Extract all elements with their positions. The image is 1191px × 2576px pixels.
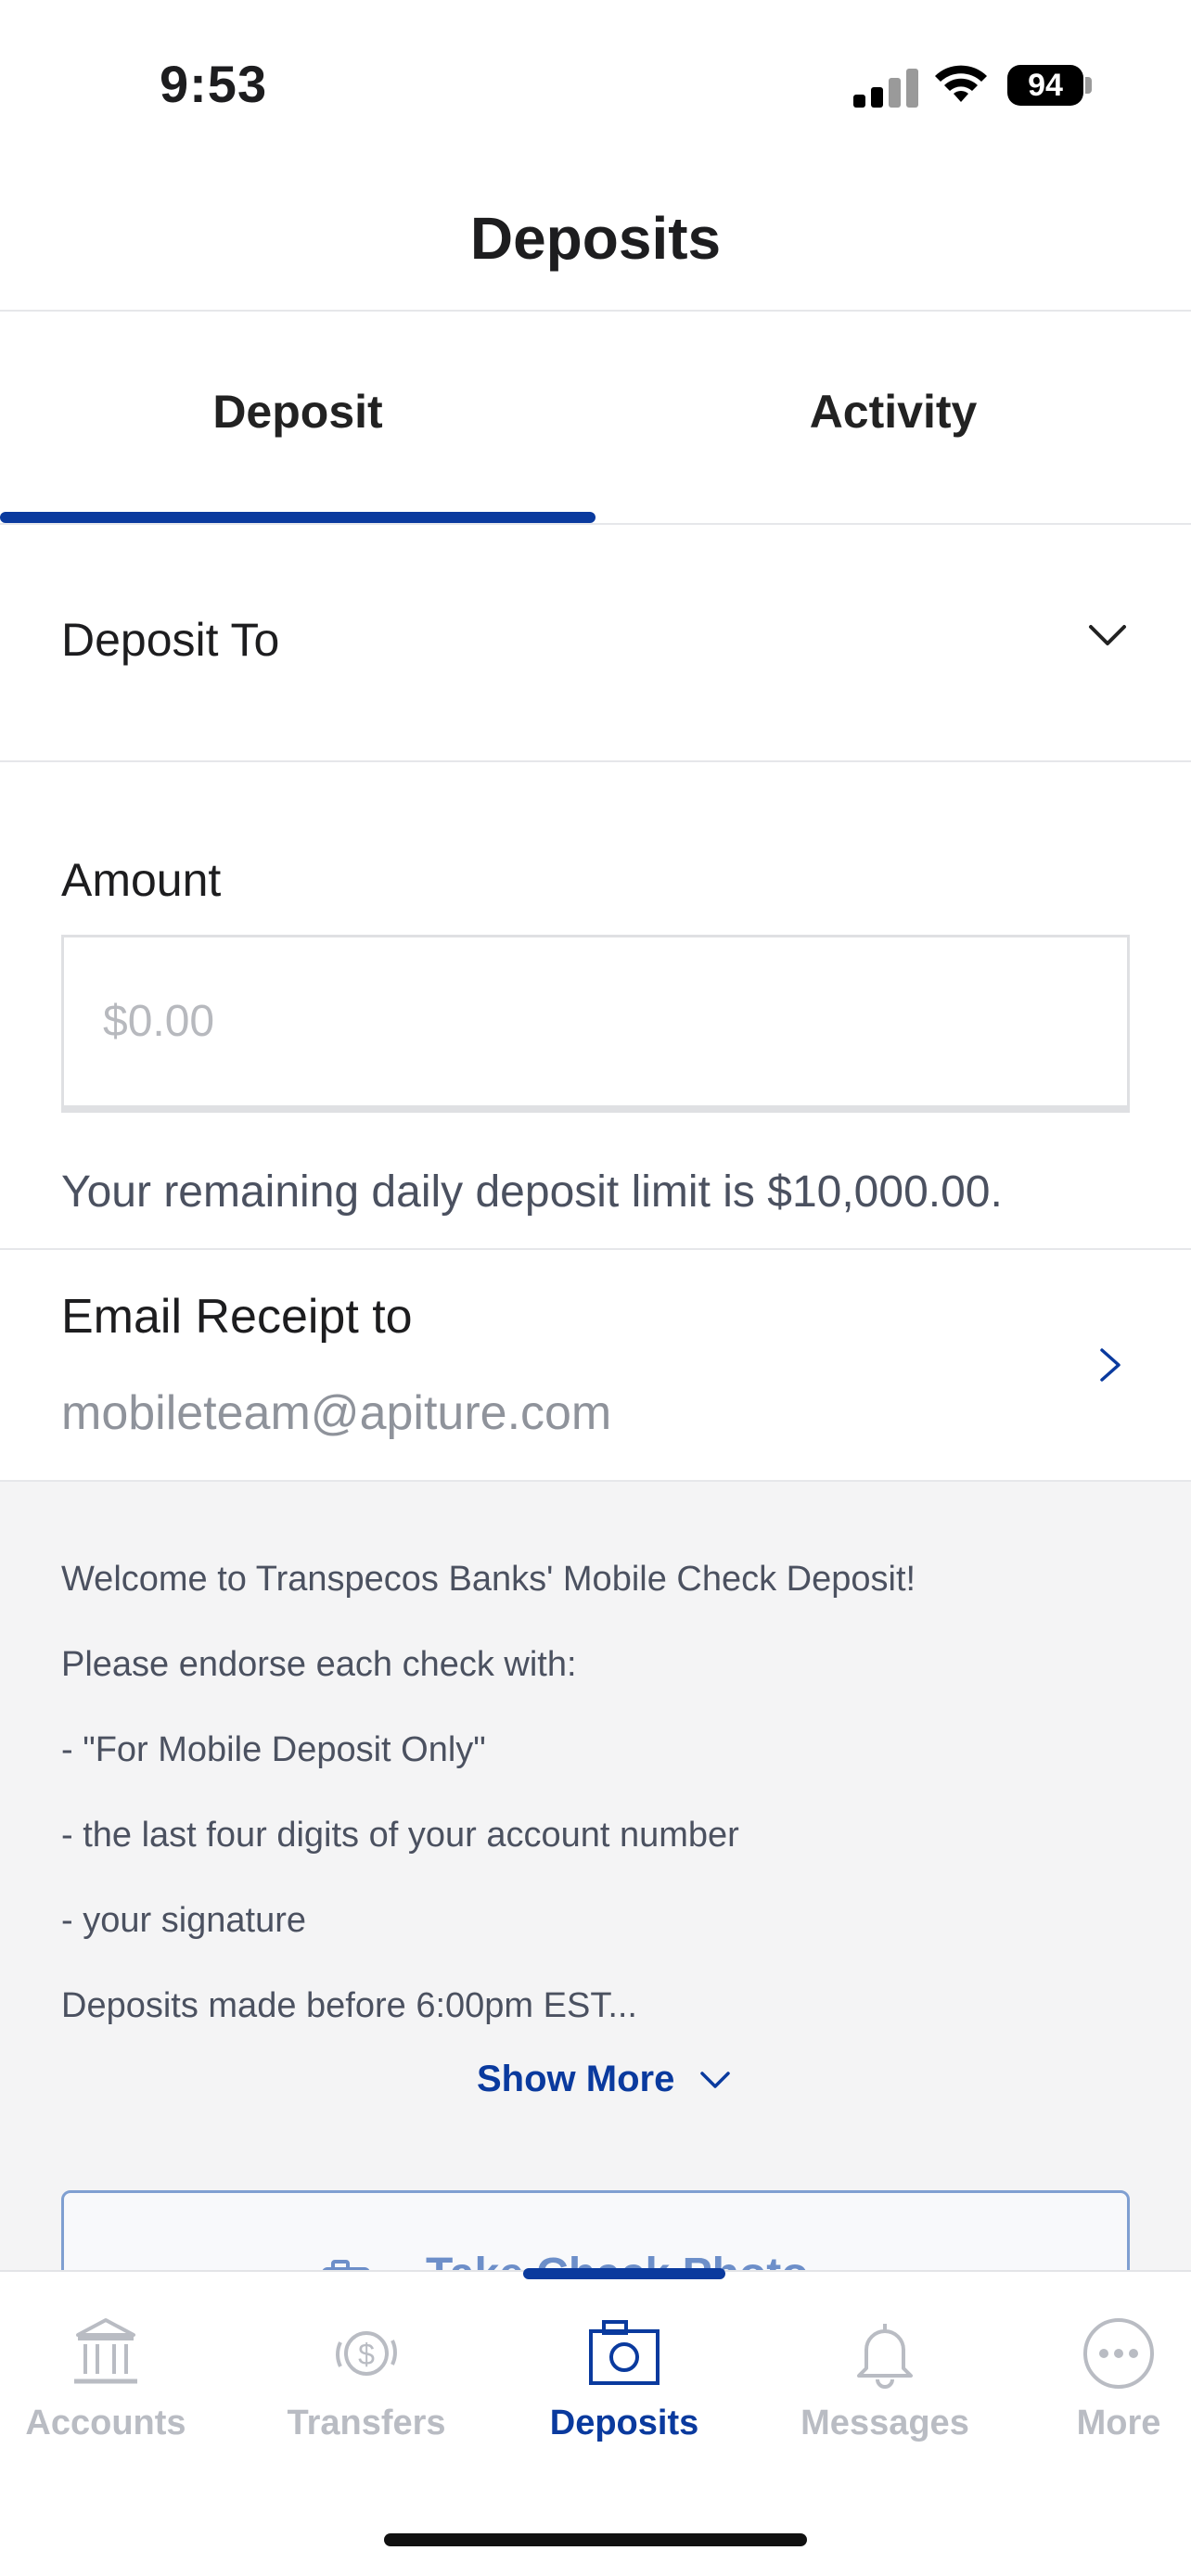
info-line: - "For Mobile Deposit Only"	[61, 1730, 486, 1769]
nav-item-messages[interactable]: Messages	[783, 2315, 987, 2443]
nav-label-deposits: Deposits	[549, 2404, 699, 2442]
nav-label-transfers: Transfers	[287, 2404, 446, 2442]
tab-deposit[interactable]: Deposit	[0, 385, 596, 439]
battery-tip	[1085, 77, 1092, 94]
wifi-icon	[935, 65, 987, 102]
nav-item-more[interactable]: More	[1017, 2315, 1191, 2443]
cellular-signal-icon	[853, 69, 918, 108]
status-bar: 9:53 94	[0, 0, 1191, 158]
battery-icon: 94	[1007, 65, 1083, 106]
deposits-screen: 9:53 94 Deposits Deposit Activity Deposi…	[0, 0, 1191, 2576]
nav-label-accounts: Accounts	[25, 2404, 186, 2442]
nav-item-deposits[interactable]: Deposits	[522, 2315, 726, 2443]
nav-scroll-indicator	[523, 2268, 725, 2279]
amount-input[interactable]	[61, 935, 1130, 1113]
header-divider	[0, 310, 1191, 312]
nav-label-more: More	[1076, 2404, 1161, 2442]
status-time: 9:53	[160, 55, 268, 113]
camera-icon	[589, 2320, 660, 2385]
transfer-dollar-icon: $	[336, 2331, 397, 2376]
info-line: Welcome to Transpecos Banks' Mobile Chec…	[61, 1560, 916, 1599]
deposit-to-divider	[0, 760, 1191, 762]
chevron-down-icon	[700, 2071, 731, 2088]
more-dots-icon	[1083, 2318, 1154, 2389]
nav-label-messages: Messages	[800, 2404, 969, 2442]
svg-text:$: $	[358, 2338, 375, 2371]
amount-label: Amount	[61, 854, 222, 906]
active-tab-indicator	[0, 512, 596, 523]
email-receipt-row[interactable]: Email Receipt to mobileteam@apiture.com	[0, 1250, 1191, 1480]
show-more-label: Show More	[477, 2059, 675, 2099]
bell-icon	[857, 2324, 913, 2389]
chevron-right-icon	[1100, 1348, 1121, 1382]
email-receipt-value: mobileteam@apiture.com	[61, 1386, 612, 1440]
deposit-instructions-panel: Welcome to Transpecos Banks' Mobile Chec…	[0, 1482, 1191, 2320]
page-title: Deposits	[469, 205, 722, 272]
info-line: Deposits made before 6:00pm EST...	[61, 1986, 637, 2025]
chevron-down-icon	[1089, 625, 1126, 645]
bank-icon	[74, 2318, 137, 2384]
deposit-to-selector[interactable]: Deposit To	[0, 525, 1191, 762]
show-more-button[interactable]: Show More	[477, 2059, 732, 2100]
tab-activity[interactable]: Activity	[596, 385, 1191, 439]
home-indicator	[384, 2533, 807, 2546]
nav-item-accounts[interactable]: Accounts	[4, 2315, 208, 2443]
info-line: - the last four digits of your account n…	[61, 1816, 739, 1855]
deposit-limit-text: Your remaining daily deposit limit is $1…	[61, 1167, 1003, 1217]
info-line: Please endorse each check with:	[61, 1645, 577, 1684]
email-receipt-label: Email Receipt to	[61, 1290, 413, 1344]
nav-item-transfers[interactable]: $ Transfers	[264, 2315, 468, 2443]
info-line: - your signature	[61, 1901, 307, 1940]
deposit-to-label: Deposit To	[61, 614, 280, 666]
